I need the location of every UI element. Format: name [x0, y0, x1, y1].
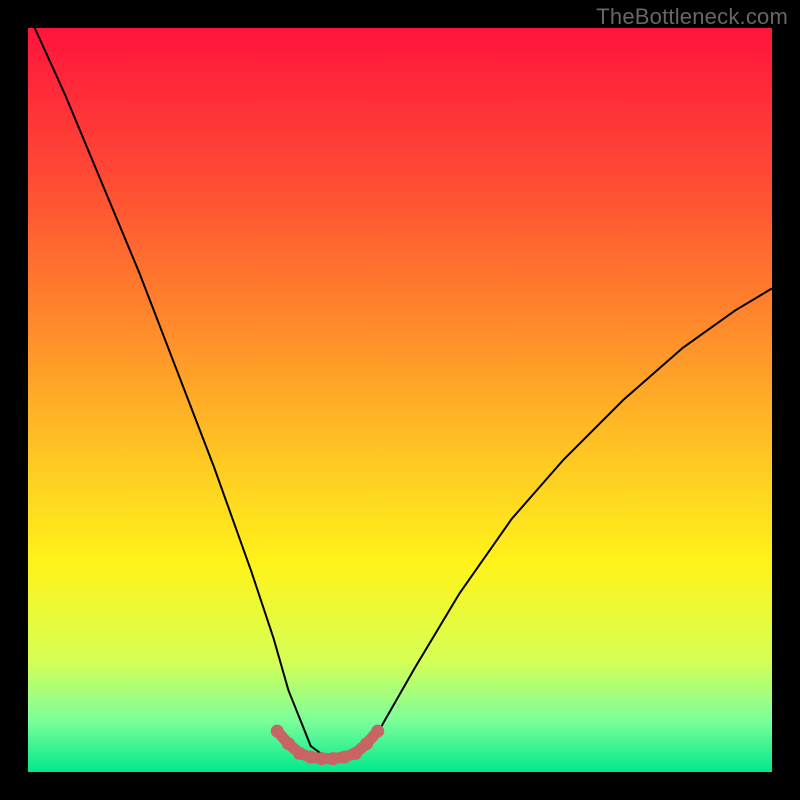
highlight-dot [304, 751, 317, 764]
gradient-background [28, 28, 772, 772]
chart-container: { "watermark": "TheBottleneck.com", "col… [0, 0, 800, 800]
highlight-dot [371, 725, 384, 738]
bottleneck-chart [0, 0, 800, 800]
highlight-dot [315, 752, 328, 765]
watermark-text: TheBottleneck.com [596, 4, 788, 30]
highlight-dot [327, 752, 340, 765]
highlight-dot [282, 737, 295, 750]
highlight-dot [338, 751, 351, 764]
highlight-dot [271, 725, 284, 738]
highlight-dot [293, 747, 306, 760]
highlight-dot [349, 747, 362, 760]
highlight-dot [360, 737, 373, 750]
